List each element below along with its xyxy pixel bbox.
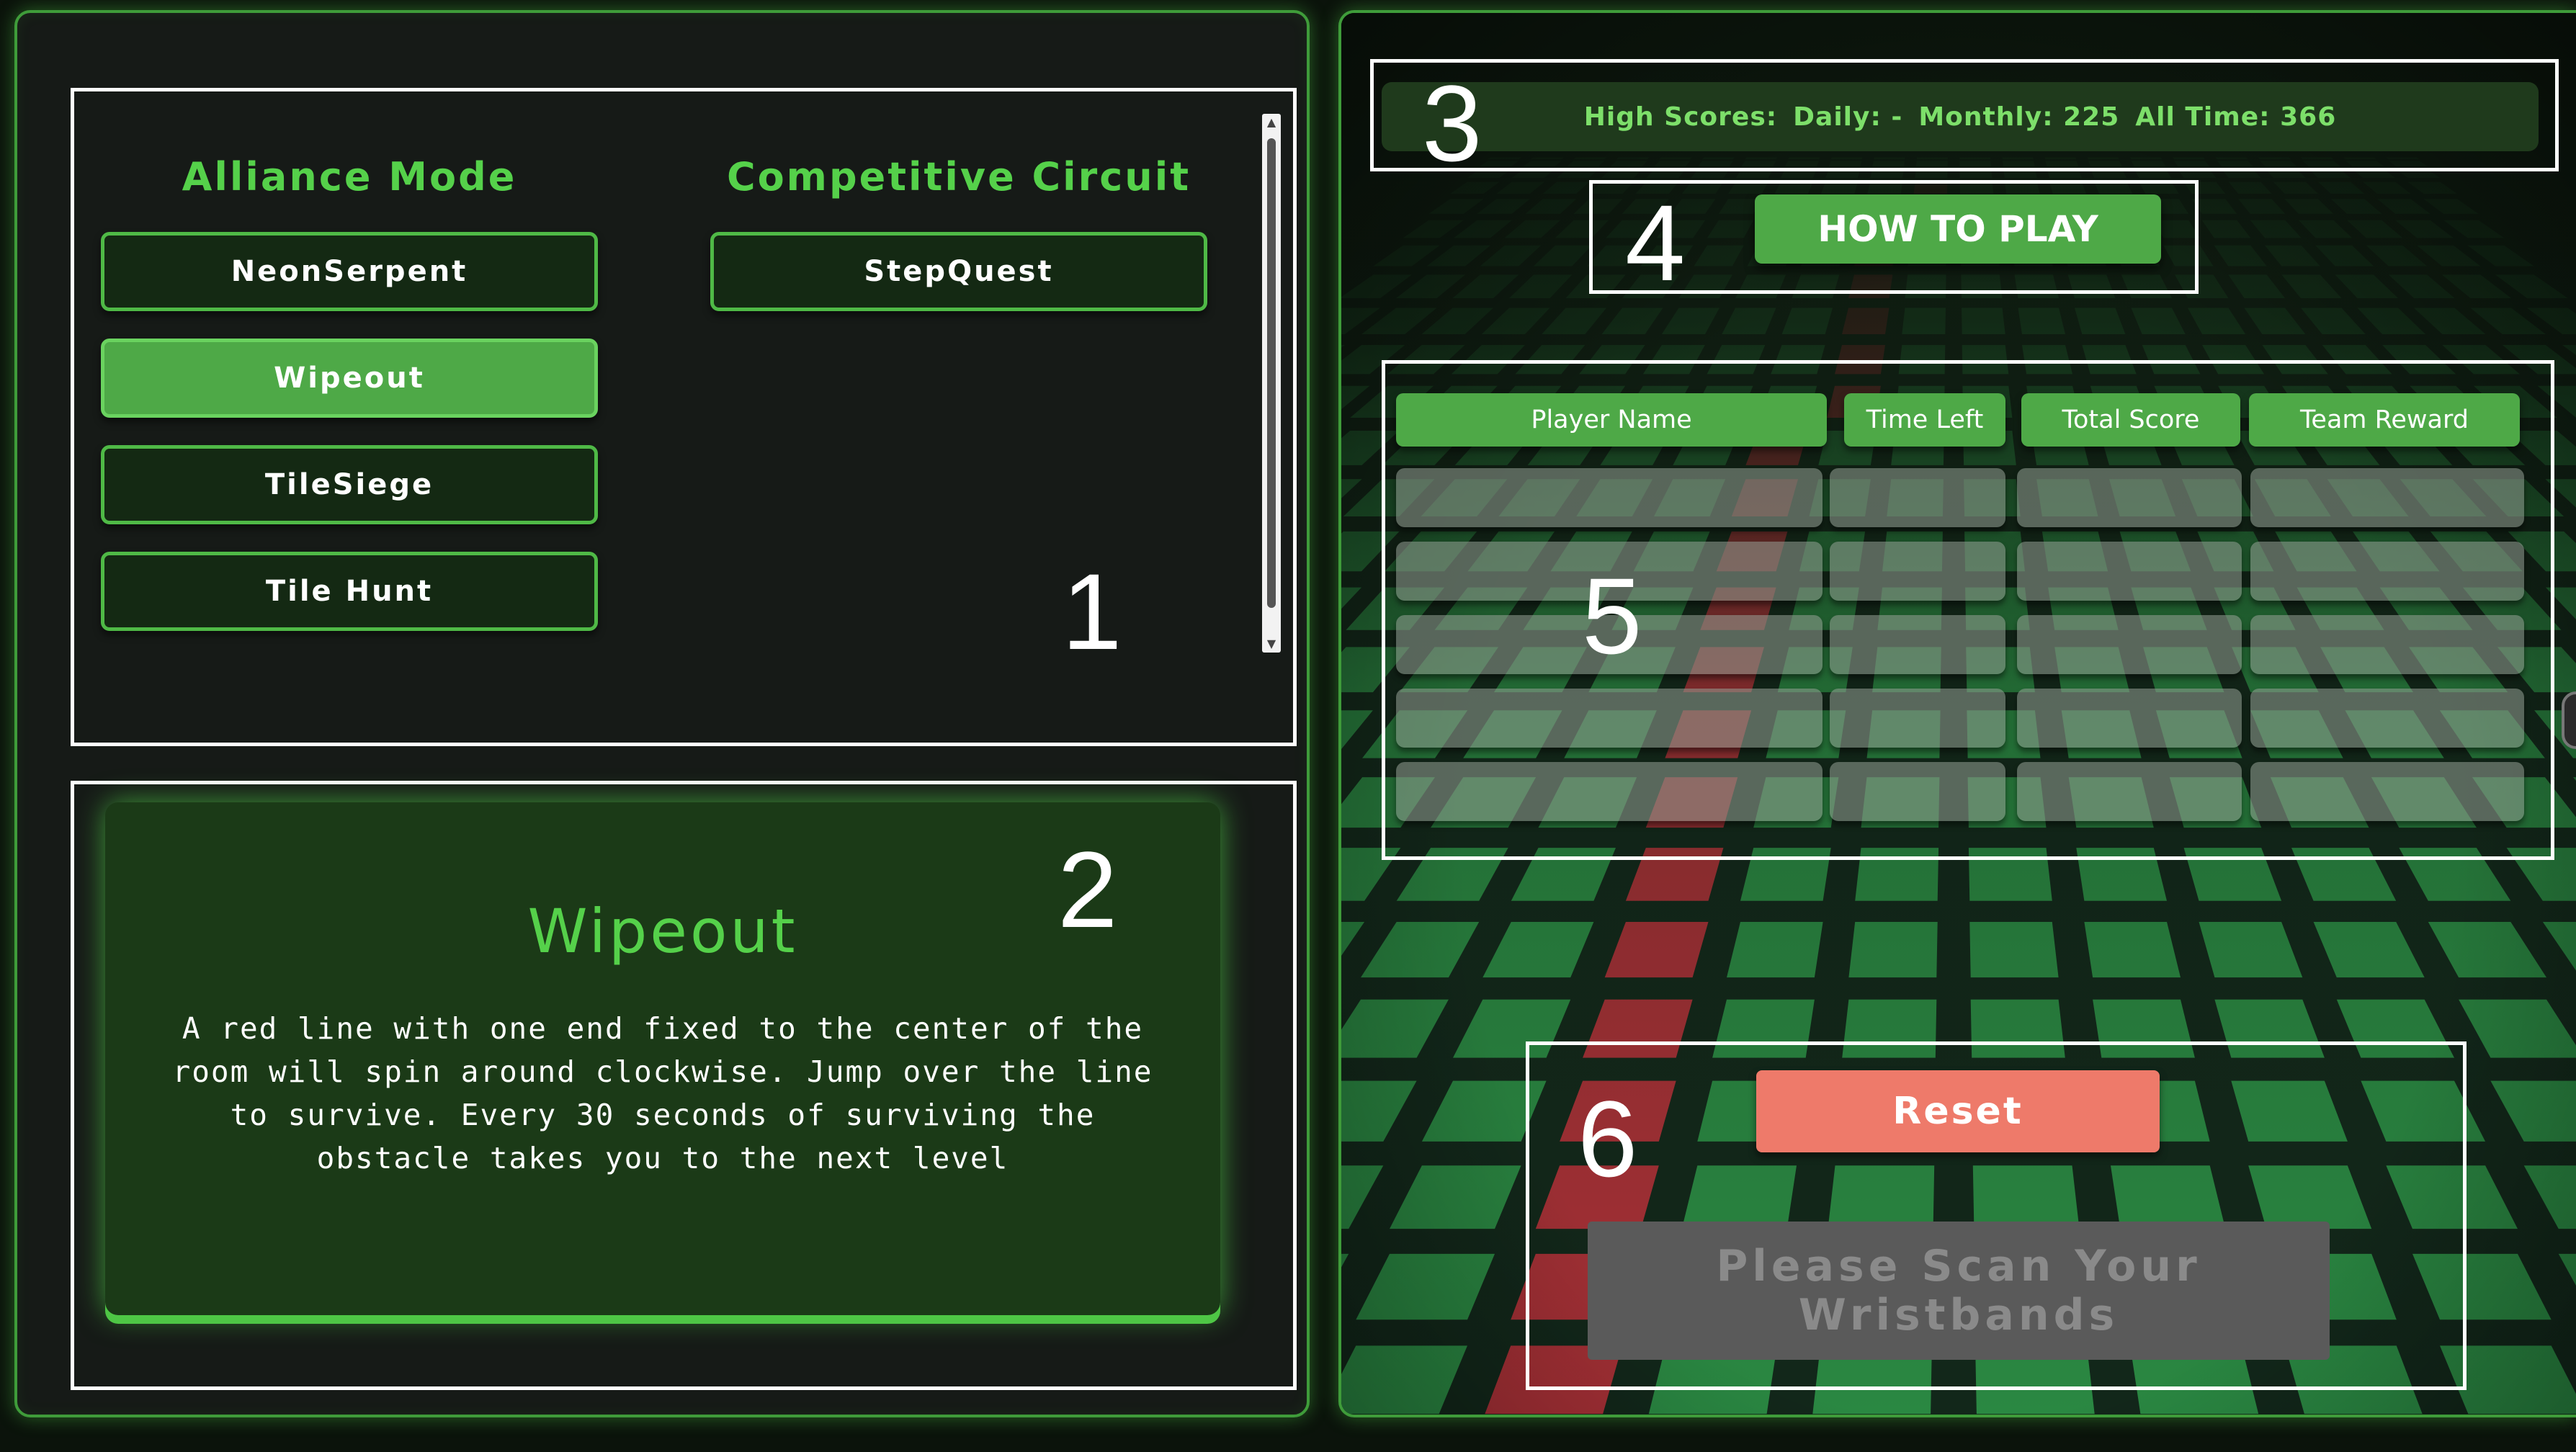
annotation-number-5: 5 — [1582, 555, 1642, 676]
description-text: A red line with one end fixed to the cen… — [172, 1011, 1153, 1175]
annotation-number-6: 6 — [1578, 1078, 1638, 1199]
description-title: Wipeout — [527, 896, 798, 967]
table-cell — [1396, 762, 1823, 821]
table-cell — [1396, 468, 1823, 527]
annotation-number-4: 4 — [1625, 182, 1686, 303]
game-button-tile-hunt[interactable]: Tile Hunt — [101, 552, 598, 631]
high-scores-label: High Scores: — [1583, 102, 1778, 132]
scrollbar-thumb[interactable] — [1267, 138, 1276, 608]
how-to-play-button[interactable]: HOW TO PLAY — [1755, 194, 2161, 264]
daily-high-score: Daily: - — [1793, 102, 1903, 132]
competitive-circuit-heading: Competitive Circuit — [726, 154, 1191, 200]
table-cell — [2250, 468, 2524, 527]
column-header-total-score: Total Score — [2021, 393, 2240, 447]
table-cell — [1396, 689, 1823, 748]
table-cell — [2017, 542, 2242, 601]
table-cell — [2250, 542, 2524, 601]
monthly-high-score: Monthly: 225 — [1918, 102, 2120, 132]
table-cell — [2250, 689, 2524, 748]
table-cell — [1830, 468, 2005, 527]
table-cell — [1830, 615, 2005, 674]
scan-wristbands-button[interactable]: Please Scan Your Wristbands — [1588, 1222, 2330, 1360]
table-cell — [1830, 689, 2005, 748]
scroll-down-arrow-icon[interactable]: ▼ — [1265, 637, 1278, 651]
game-button-tilesiege[interactable]: TileSiege — [101, 445, 598, 524]
table-cell — [2250, 615, 2524, 674]
table-cell — [2017, 762, 2242, 821]
table-cell — [2017, 689, 2242, 748]
game-list-scrollbar[interactable]: ▲ ▼ — [1262, 114, 1281, 653]
game-button-neonserpent[interactable]: NeonSerpent — [101, 232, 598, 311]
alliance-mode-heading: Alliance Mode — [182, 154, 517, 200]
scroll-up-arrow-icon[interactable]: ▲ — [1265, 115, 1278, 130]
annotation-number-1: 1 — [1062, 551, 1122, 672]
game-description-card: Wipeout A red line with one end fixed to… — [105, 802, 1220, 1315]
table-cell — [1830, 542, 2005, 601]
reset-button[interactable]: Reset — [1756, 1070, 2160, 1152]
table-cell — [2250, 762, 2524, 821]
high-scores-bar: High Scores: Daily: - Monthly: 225 All T… — [1382, 82, 2539, 151]
annotation-number-3: 3 — [1422, 63, 1482, 184]
all-time-high-score: All Time: 366 — [2135, 102, 2337, 132]
column-header-team-reward: Team Reward — [2249, 393, 2520, 447]
table-cell — [2017, 468, 2242, 527]
game-button-wipeout[interactable]: Wipeout — [101, 339, 598, 418]
annotation-number-2: 2 — [1057, 829, 1118, 950]
table-cell — [1830, 762, 2005, 821]
game-button-stepquest[interactable]: StepQuest — [710, 232, 1207, 311]
side-drawer-handle[interactable] — [2562, 691, 2576, 749]
column-header-player-name: Player Name — [1396, 393, 1827, 447]
column-header-time-left: Time Left — [1844, 393, 2005, 447]
table-cell — [2017, 615, 2242, 674]
